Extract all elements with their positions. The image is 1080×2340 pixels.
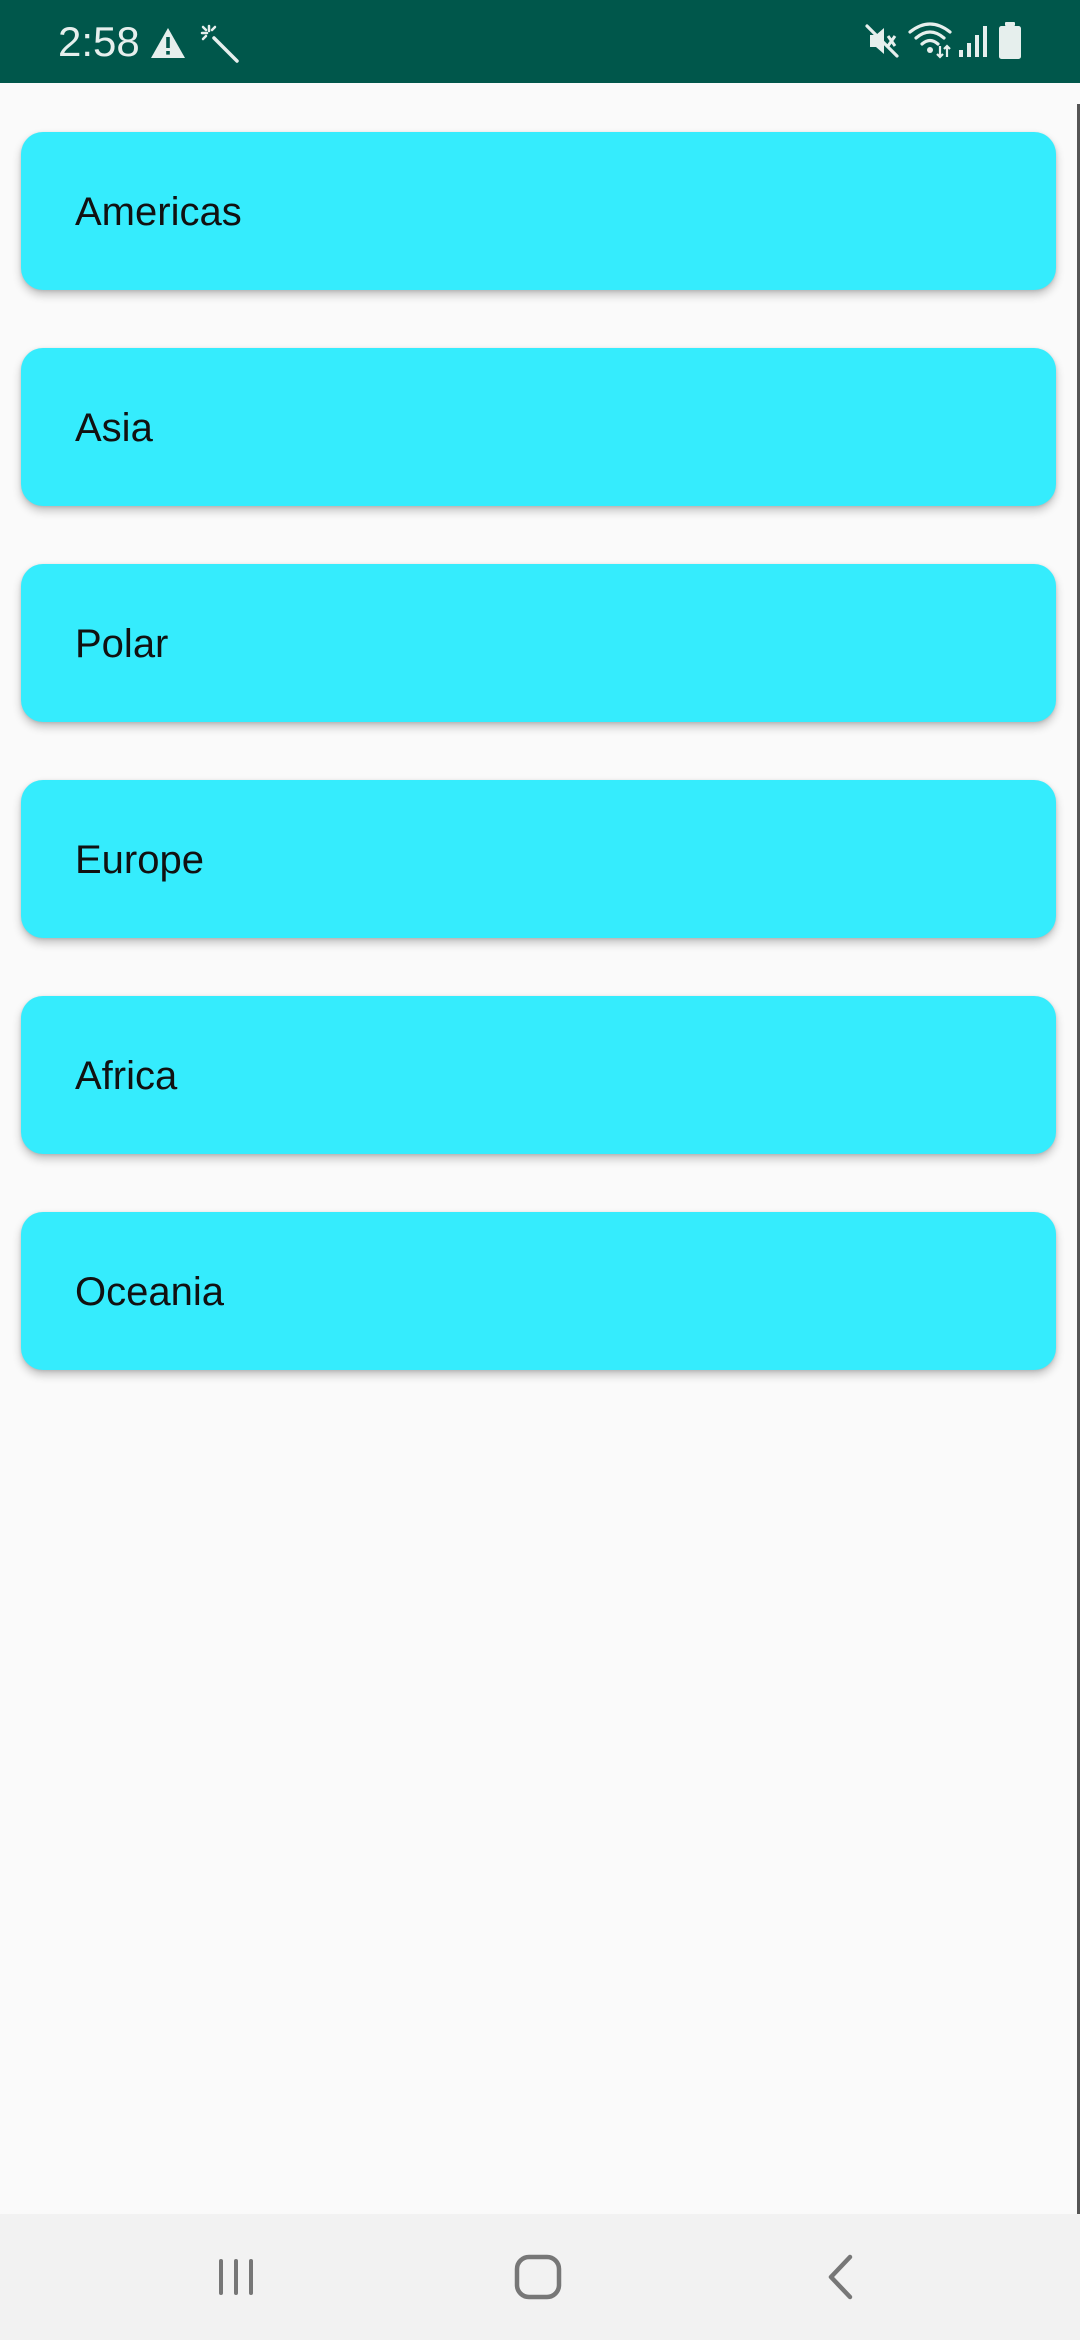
region-card-asia[interactable]: Asia bbox=[21, 348, 1056, 506]
region-card-africa[interactable]: Africa bbox=[21, 996, 1056, 1154]
region-label: Oceania bbox=[75, 1270, 224, 1314]
navigation-bar bbox=[0, 2214, 1080, 2340]
recent-apps-button[interactable] bbox=[136, 2214, 336, 2340]
region-card-oceania[interactable]: Oceania bbox=[21, 1212, 1056, 1370]
region-label: Asia bbox=[75, 406, 153, 450]
wifi-icon bbox=[908, 22, 952, 59]
status-bar: 2:58 bbox=[0, 0, 1080, 83]
mute-icon bbox=[865, 24, 899, 58]
back-icon bbox=[828, 2254, 853, 2300]
region-card-polar[interactable]: Polar bbox=[21, 564, 1056, 722]
content-area: Americas Asia Polar Europe Africa Oceani… bbox=[0, 83, 1080, 2213]
status-time: 2:58 bbox=[58, 18, 140, 65]
recent-apps-icon bbox=[219, 2259, 253, 2295]
magic-wand-icon bbox=[200, 24, 239, 63]
region-label: Europe bbox=[75, 838, 204, 882]
region-card-europe[interactable]: Europe bbox=[21, 780, 1056, 938]
back-button[interactable] bbox=[740, 2214, 940, 2340]
signal-icon bbox=[959, 26, 987, 57]
region-label: Africa bbox=[75, 1054, 178, 1098]
home-icon bbox=[514, 2254, 562, 2300]
screen: 2:58 Americas Asia Polar Europe Africa O… bbox=[0, 0, 1080, 2340]
region-label: Americas bbox=[75, 190, 242, 234]
region-card-americas[interactable]: Americas bbox=[21, 132, 1056, 290]
battery-icon bbox=[999, 22, 1021, 59]
warning-icon bbox=[151, 28, 185, 58]
region-label: Polar bbox=[75, 622, 169, 666]
home-button[interactable] bbox=[438, 2214, 638, 2340]
